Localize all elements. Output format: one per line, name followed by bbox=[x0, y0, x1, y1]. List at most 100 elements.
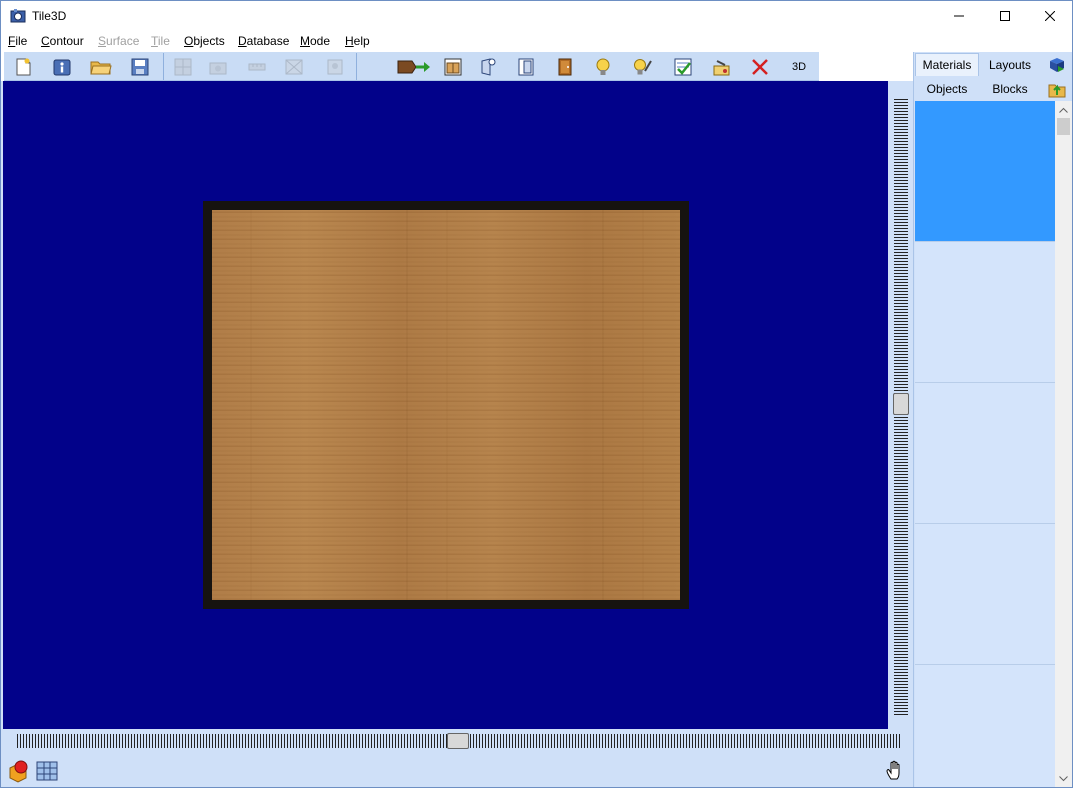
toolbar: 3D bbox=[1, 52, 913, 81]
lightbulb-icon bbox=[596, 58, 610, 75]
save-icon bbox=[131, 58, 149, 75]
close-button[interactable] bbox=[1027, 1, 1072, 31]
new-document-icon bbox=[16, 58, 31, 75]
tab-materials[interactable]: Materials bbox=[915, 53, 979, 76]
menu-surface-label: urface bbox=[106, 34, 140, 48]
measure-button[interactable] bbox=[239, 54, 275, 79]
grid-icon bbox=[174, 58, 192, 75]
report-button[interactable] bbox=[703, 54, 739, 79]
door-open-icon bbox=[518, 58, 534, 75]
list-item[interactable] bbox=[915, 665, 1055, 787]
camera-button[interactable] bbox=[200, 54, 236, 79]
view-3d-label: 3D bbox=[791, 60, 807, 73]
list-item[interactable] bbox=[915, 383, 1055, 524]
hand-cursor-icon bbox=[886, 760, 900, 780]
menu-contour-label: ontour bbox=[49, 34, 84, 48]
tab-blocks[interactable]: Blocks bbox=[979, 77, 1041, 100]
menu-file[interactable]: File bbox=[8, 34, 27, 48]
tab-objects[interactable]: Objects bbox=[915, 77, 979, 100]
door-add-icon bbox=[481, 57, 496, 76]
info-icon bbox=[53, 59, 71, 75]
pan-tool-button[interactable] bbox=[885, 759, 909, 783]
open-button[interactable] bbox=[83, 54, 119, 79]
horizontal-ruler[interactable] bbox=[3, 729, 913, 753]
cut-button[interactable] bbox=[276, 54, 312, 79]
tile-grid-icon bbox=[36, 761, 58, 781]
report-icon bbox=[713, 59, 730, 75]
image-icon bbox=[327, 59, 343, 74]
menu-contour-accel: C bbox=[41, 34, 50, 48]
app-icon bbox=[10, 9, 26, 23]
app-window: Tile3D File Contour Surface Tile Objects… bbox=[0, 0, 1073, 788]
light-edit-button[interactable] bbox=[624, 54, 660, 79]
tab-materials-label: Materials bbox=[922, 58, 972, 72]
library-list[interactable] bbox=[915, 101, 1055, 787]
chevron-up-icon bbox=[1059, 107, 1068, 113]
tab-layouts[interactable]: Layouts bbox=[979, 53, 1041, 76]
horizontal-ruler-slider[interactable] bbox=[447, 733, 469, 749]
open-door-button[interactable] bbox=[508, 54, 544, 79]
library-scrollbar[interactable] bbox=[1055, 101, 1072, 787]
import-button[interactable] bbox=[395, 54, 437, 79]
menu-help[interactable]: Help bbox=[345, 34, 370, 48]
chevron-down-icon bbox=[1059, 775, 1068, 781]
delete-button[interactable] bbox=[742, 54, 778, 79]
import-library-button[interactable] bbox=[1042, 53, 1072, 76]
objects-view-button[interactable] bbox=[7, 759, 31, 783]
menu-mode-label: ode bbox=[310, 34, 331, 48]
menu-help-accel: H bbox=[345, 34, 354, 48]
vertical-ruler-slider[interactable] bbox=[893, 393, 909, 415]
close-icon bbox=[1045, 11, 1055, 21]
info-button[interactable] bbox=[44, 54, 80, 79]
check-button[interactable] bbox=[665, 54, 701, 79]
maximize-icon bbox=[1000, 11, 1010, 21]
maximize-button[interactable] bbox=[982, 1, 1028, 31]
open-folder-icon bbox=[90, 61, 112, 74]
scroll-thumb[interactable] bbox=[1057, 118, 1070, 135]
door-button[interactable] bbox=[547, 54, 583, 79]
light-button[interactable] bbox=[585, 54, 621, 79]
checklist-icon bbox=[674, 58, 692, 75]
up-level-button[interactable] bbox=[1042, 77, 1072, 100]
image-button[interactable] bbox=[317, 54, 353, 79]
room-contour[interactable] bbox=[203, 201, 689, 609]
menu-tile[interactable]: Tile bbox=[151, 34, 170, 48]
menu-contour[interactable]: Contour bbox=[41, 34, 84, 48]
menu-objects-accel: O bbox=[184, 34, 194, 48]
door-icon bbox=[558, 58, 572, 75]
tab-layouts-label: Layouts bbox=[988, 57, 1032, 72]
add-door-button[interactable] bbox=[469, 54, 505, 79]
menu-objects[interactable]: Objects bbox=[184, 34, 225, 48]
menu-mode[interactable]: Mode bbox=[300, 34, 330, 48]
window-title: Tile3D bbox=[32, 9, 67, 23]
minimize-button[interactable] bbox=[936, 1, 982, 31]
tiles-view-button[interactable] bbox=[35, 759, 59, 783]
scroll-up-button[interactable] bbox=[1055, 101, 1072, 118]
import-library-icon bbox=[1050, 57, 1064, 72]
vertical-ruler[interactable] bbox=[889, 81, 913, 729]
menu-database[interactable]: Database bbox=[238, 34, 289, 48]
menu-surface[interactable]: Surface bbox=[98, 34, 139, 48]
menu-database-label: atabase bbox=[246, 34, 290, 48]
delete-icon bbox=[752, 58, 768, 75]
wood-floor-surface[interactable] bbox=[212, 210, 680, 600]
toolbar-separator bbox=[356, 53, 357, 80]
scroll-down-button[interactable] bbox=[1055, 770, 1072, 787]
cut-icon bbox=[285, 59, 303, 74]
lightbulb-paint-icon bbox=[634, 58, 652, 74]
view-3d-button[interactable]: 3D bbox=[781, 54, 817, 79]
drawing-canvas[interactable] bbox=[3, 81, 888, 729]
list-item[interactable] bbox=[915, 242, 1055, 383]
tab-blocks-label: Blocks bbox=[992, 81, 1028, 96]
window-button[interactable] bbox=[435, 54, 471, 79]
grid-button[interactable] bbox=[165, 54, 201, 79]
menu-help-label: elp bbox=[353, 34, 370, 48]
title-bar: Tile3D bbox=[1, 1, 1072, 31]
list-item[interactable] bbox=[915, 524, 1055, 665]
new-button[interactable] bbox=[5, 54, 41, 79]
menu-tile-accel: T bbox=[151, 34, 158, 48]
minimize-icon bbox=[954, 15, 964, 17]
menu-database-accel: D bbox=[238, 34, 247, 48]
save-button[interactable] bbox=[122, 54, 158, 79]
list-item[interactable] bbox=[915, 101, 1055, 242]
